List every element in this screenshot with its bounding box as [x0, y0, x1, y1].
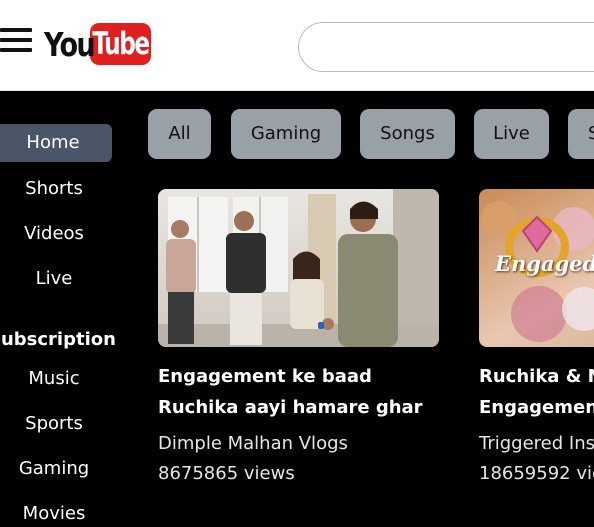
sidebar-item-live[interactable]: Live	[0, 260, 114, 298]
view-count: 8675865 views	[158, 463, 295, 484]
sidebar-item-shorts[interactable]: Shorts	[0, 170, 114, 208]
chip-gaming[interactable]: Gaming	[231, 109, 341, 159]
sidebar-item-label: Home	[26, 132, 80, 153]
chip-label: Songs	[380, 123, 435, 144]
video-card[interactable]: Engaged Ruchika & N Engagement Triggered…	[479, 189, 594, 484]
video-title[interactable]: Engagement ke baad Ruchika aayi hamare g…	[158, 361, 448, 423]
logo-text-you: You	[44, 24, 96, 64]
sidebar-item-label: Movies	[22, 503, 86, 524]
sidebar-item-gaming[interactable]: Gaming	[0, 450, 114, 488]
chip-label: S	[588, 123, 594, 144]
menu-bar	[0, 38, 32, 42]
top-header: You Tube	[0, 0, 594, 91]
subscription-heading: Subscription	[0, 329, 116, 350]
menu-bar	[0, 28, 32, 32]
sidebar-item-label: Sports	[25, 413, 83, 434]
youtube-logo[interactable]: You Tube	[44, 22, 151, 66]
video-card[interactable]: Engagement ke baad Ruchika aayi hamare g…	[158, 189, 440, 484]
chip-label: Live	[493, 123, 530, 144]
sidebar-item-videos[interactable]: Videos	[0, 215, 114, 253]
chip-all[interactable]: All	[148, 109, 211, 159]
logo-text-tube: Tube	[92, 26, 150, 62]
menu-bar	[0, 48, 32, 52]
channel-name[interactable]: Triggered Ins	[479, 429, 594, 459]
channel-name[interactable]: Dimple Malhan Vlogs	[158, 429, 348, 459]
thumbnail-image	[158, 189, 439, 347]
sidebar-item-label: Shorts	[25, 178, 83, 199]
thumbnail-overlay-text: Engaged	[495, 251, 594, 276]
sidebar-item-label: Live	[35, 268, 73, 289]
sidebar-item-home[interactable]: Home	[0, 124, 112, 162]
logo-tube-box: Tube	[90, 23, 151, 65]
sidebar-item-movies[interactable]: Movies	[0, 495, 114, 527]
video-title[interactable]: Ruchika & N Engagement	[479, 361, 594, 423]
chip-live[interactable]: Live	[474, 109, 549, 159]
chip-partial[interactable]: S	[568, 109, 594, 159]
sidebar-item-music[interactable]: Music	[0, 360, 114, 398]
sidebar-item-label: Music	[28, 368, 80, 389]
video-thumbnail[interactable]: Engaged	[479, 189, 594, 347]
chip-label: All	[168, 123, 191, 144]
menu-icon[interactable]	[0, 27, 34, 55]
sidebar-item-label: Videos	[24, 223, 84, 244]
sidebar-item-sports[interactable]: Sports	[0, 405, 114, 443]
view-count: 18659592 vie	[479, 463, 594, 484]
search-input[interactable]	[298, 22, 594, 72]
chip-songs[interactable]: Songs	[360, 109, 455, 159]
video-thumbnail[interactable]	[158, 189, 439, 347]
sidebar-item-label: Gaming	[18, 458, 90, 479]
chip-label: Gaming	[250, 123, 322, 144]
youtube-page: You Tube Home Shorts Videos Live Subscri…	[0, 0, 594, 527]
